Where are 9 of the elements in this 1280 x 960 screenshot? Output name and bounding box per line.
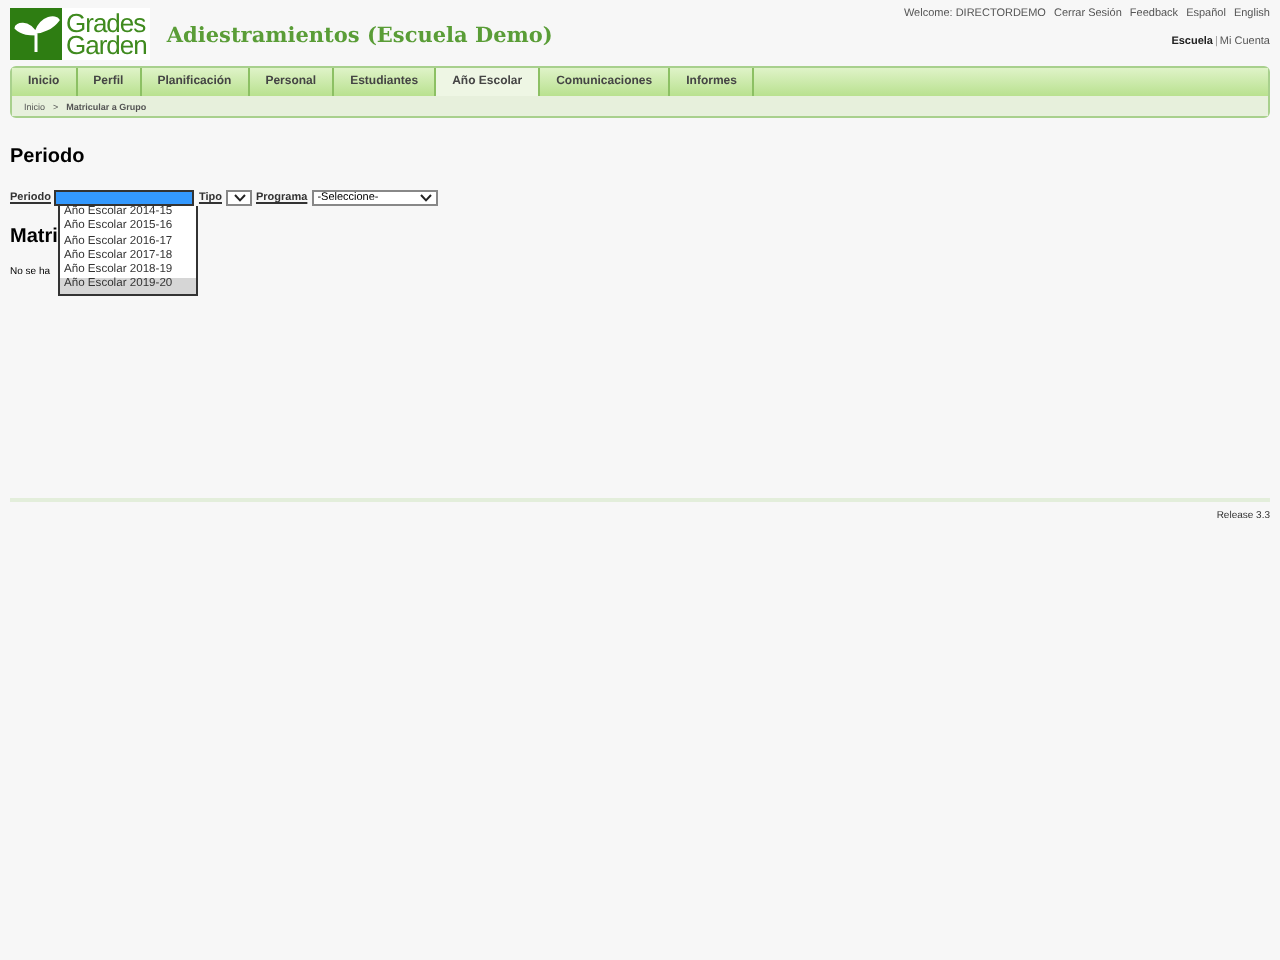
logo-text: Grades: [66, 12, 147, 34]
logo-text: Garden: [66, 34, 147, 56]
caret-icon: [233, 194, 245, 202]
site-title: Adiestramientos (Escuela Demo): [166, 24, 553, 48]
caret-icon: [419, 194, 432, 202]
tipo-select[interactable]: [226, 190, 252, 206]
section-heading: Matri: [10, 226, 58, 248]
page-heading: Periodo: [10, 146, 87, 168]
periodo-select[interactable]: [54, 190, 195, 206]
